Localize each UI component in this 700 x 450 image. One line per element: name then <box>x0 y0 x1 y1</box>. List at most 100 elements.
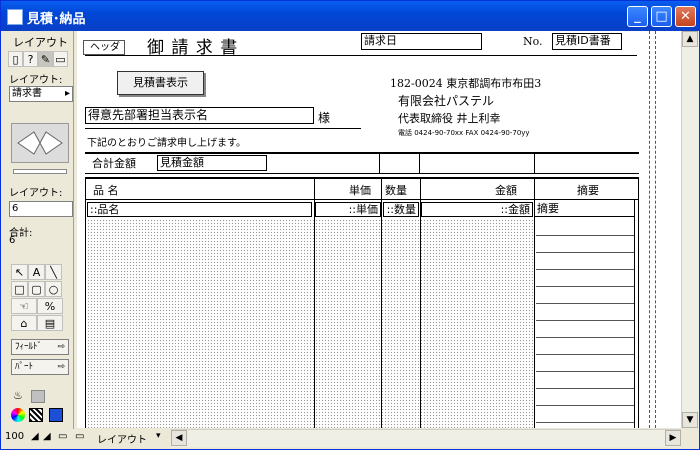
mode-dropdown-icon[interactable]: ▾ <box>156 431 161 441</box>
title-bar[interactable]: 見積･納品 _ □ ✕ <box>1 1 699 31</box>
quantity-field[interactable]: ::数量 <box>383 202 419 217</box>
app-window: 見積･納品 _ □ ✕ レイアウト ▯? ✎ ▭ レイアウト: 請求書 ▸ レイアウト… <box>0 0 700 450</box>
company-representative[interactable]: 代表取締役 井上利幸 <box>398 110 501 126</box>
scroll-down-icon[interactable]: ▼ <box>682 412 698 428</box>
column-item[interactable]: 品 名 <box>93 182 119 198</box>
book-slider[interactable] <box>13 169 67 174</box>
field-button[interactable]: ﾌｨｰﾙﾄﾞ ⇨ <box>11 339 69 355</box>
total-divider <box>379 153 380 173</box>
customer-underline <box>85 128 361 129</box>
date-field[interactable]: 請求日 <box>361 33 482 50</box>
oval-tool-icon[interactable]: ○ <box>45 281 62 297</box>
preview-mode-icon[interactable]: ▭ <box>53 51 68 67</box>
note-field[interactable]: 摘要 <box>535 202 635 217</box>
table-right-border <box>638 177 639 428</box>
honorific-label[interactable]: 様 <box>318 109 330 126</box>
book-icon[interactable] <box>11 123 69 163</box>
item-name-field[interactable]: ::品名 <box>87 202 312 217</box>
line-tool-icon[interactable]: ╲ <box>45 264 62 280</box>
customer-name-field[interactable]: 得意先部署担当表示名 <box>85 107 314 124</box>
layout-select[interactable]: 請求書 ▸ <box>9 86 73 102</box>
close-button[interactable]: ✕ <box>675 6 696 27</box>
zoom-level[interactable]: 100 <box>5 431 24 442</box>
layout-count-label: レイアウト: <box>9 188 63 199</box>
header-part-tag[interactable]: ヘッダ <box>83 40 125 55</box>
rectangle-tool-icon[interactable]: □ <box>11 281 28 297</box>
text-tool-icon[interactable]: A <box>28 264 45 280</box>
color-palette-icon[interactable] <box>11 408 25 422</box>
amount-field[interactable]: ::金額 <box>421 202 533 217</box>
browse-mode-icon[interactable]: ▯ <box>8 51 23 67</box>
total-amount-field[interactable]: 見積金額 <box>157 155 267 171</box>
layout-number-field[interactable]: 6 <box>9 201 73 217</box>
column-divider <box>634 199 635 428</box>
mode-popup[interactable]: レイアウト <box>97 431 147 446</box>
body-area <box>87 219 535 428</box>
zoom-in-icon[interactable]: ◢ <box>43 431 51 442</box>
total-amount-label[interactable]: 合計金額 <box>92 155 136 171</box>
pointer-tool-icon[interactable]: ↖ <box>11 264 28 280</box>
column-quantity[interactable]: 数量 <box>385 182 407 198</box>
layout-mode-icon[interactable]: ✎ <box>38 51 53 67</box>
page-boundary-2 <box>655 31 656 428</box>
table-left-border <box>85 177 86 428</box>
note-row-line <box>536 320 634 321</box>
layout-canvas[interactable]: ヘッダ 御 請 求 書 請求日 No. 見積ID書番 見積書表示 182-002… <box>77 31 681 428</box>
note-row-line <box>536 303 634 304</box>
scroll-left-icon[interactable]: ◀ <box>171 430 187 446</box>
scroll-right-icon[interactable]: ▶ <box>665 430 681 446</box>
total-top-line <box>85 152 639 154</box>
note-row-line <box>536 354 634 355</box>
view-toggle-icon[interactable]: ▭ <box>75 431 84 442</box>
zoom-out-icon[interactable]: ◢ <box>31 431 39 442</box>
column-amount[interactable]: 金額 <box>495 182 517 198</box>
tab-tool-icon[interactable]: ▤ <box>37 315 63 331</box>
pattern-icon[interactable] <box>29 408 43 422</box>
drawing-tools: ↖ A ╲ □ ▢ ○ ☜% ⌂ ▤ <box>11 263 69 331</box>
total-value: 6 <box>9 235 16 246</box>
intro-text[interactable]: 下記のとおりご請求申し上げます。 <box>87 134 246 149</box>
rounded-rect-tool-icon[interactable]: ▢ <box>28 281 45 297</box>
unit-price-field[interactable]: ::単価 <box>315 202 381 217</box>
number-label[interactable]: No. <box>523 35 543 48</box>
field-drag-icon: ⇨ <box>57 342 65 352</box>
scroll-up-icon[interactable]: ▲ <box>682 31 698 47</box>
part-button[interactable]: ﾊﾟｰﾄ ⇨ <box>11 359 69 375</box>
dropdown-arrow-icon: ▸ <box>64 88 70 99</box>
status-area-icon[interactable]: ▭ <box>58 431 67 442</box>
status-bar: 100 ◢ ◢ ▭ ▭ レイアウト ▾ <box>1 429 171 447</box>
fill-color-swatch[interactable] <box>31 390 45 403</box>
number-field[interactable]: 見積ID書番 <box>552 33 622 50</box>
percent-tool-icon[interactable]: % <box>37 298 63 314</box>
table-top-line <box>85 177 639 179</box>
find-mode-icon[interactable]: ? <box>23 51 38 67</box>
note-row-line <box>536 252 634 253</box>
note-row-line <box>536 388 634 389</box>
note-row-line <box>536 235 634 236</box>
company-name[interactable]: 有限会社パステル <box>398 92 494 109</box>
line-width-icon[interactable] <box>49 408 63 422</box>
table-header-line <box>85 199 639 200</box>
note-row-line <box>536 405 634 406</box>
note-row-line <box>536 371 634 372</box>
button-tool-icon[interactable]: ☜ <box>11 298 37 314</box>
note-row-line <box>536 422 634 423</box>
maximize-button[interactable]: □ <box>651 6 672 27</box>
show-estimate-button[interactable]: 見積書表示 <box>117 71 204 95</box>
company-address[interactable]: 182-0024 東京都調布市布田3 <box>390 75 541 91</box>
page-boundary <box>649 31 650 428</box>
note-row-line <box>536 269 634 270</box>
column-divider <box>420 177 421 428</box>
portal-tool-icon[interactable]: ⌂ <box>11 315 37 331</box>
vertical-scrollbar[interactable]: ▲ ▼ <box>681 31 699 428</box>
app-icon <box>7 9 23 25</box>
fill-bucket-icon[interactable]: ♨ <box>13 389 25 402</box>
column-note[interactable]: 摘要 <box>577 182 599 198</box>
company-phone[interactable]: 電話 0424-90-70xx FAX 0424-90-70yy <box>398 128 530 138</box>
minimize-button[interactable]: _ <box>627 6 648 27</box>
column-divider <box>534 177 535 428</box>
horizontal-scrollbar[interactable]: ◀ ▶ <box>171 429 681 447</box>
tool-panel: レイアウト ▯? ✎ ▭ レイアウト: 請求書 ▸ レイアウト: 6 合計: 6 ↖ A… <box>5 31 74 429</box>
layout-label: レイアウト: <box>9 75 63 86</box>
column-price[interactable]: 単価 <box>349 182 371 198</box>
